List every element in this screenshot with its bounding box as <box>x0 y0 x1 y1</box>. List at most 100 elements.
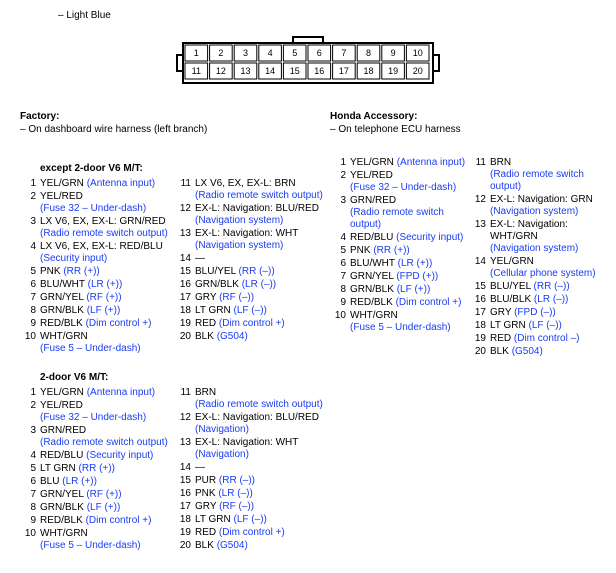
pin-body: GRN/BLK (LR (–)) <box>195 279 330 291</box>
signal-link[interactable]: (RF (+)) <box>86 292 121 303</box>
signal-link[interactable]: (LR (+)) <box>88 279 123 290</box>
signal-link[interactable]: (Navigation system) <box>195 240 283 251</box>
pin-row: 5PNK (RR (+)) <box>330 245 470 257</box>
pin-body: BLU/YEL (RR (–)) <box>490 281 610 293</box>
signal-link[interactable]: (LF (+)) <box>397 284 431 295</box>
signal-link[interactable]: (Security input) <box>40 253 107 264</box>
signal-link[interactable]: (Fuse 32 – Under-dash) <box>350 182 456 193</box>
signal-link[interactable]: (LR (+)) <box>62 476 97 487</box>
svg-text:10: 10 <box>413 48 423 58</box>
pin-row: 19RED (Dim control +) <box>175 318 330 330</box>
pin-number: 17 <box>470 307 486 319</box>
wire-color: LX V6, EX, EX-L: GRN/RED <box>40 216 166 227</box>
signal-link[interactable]: (RF (–)) <box>219 292 254 303</box>
signal-link[interactable]: (Radio remote switch output) <box>40 437 168 448</box>
pin-body: PNK (RR (+)) <box>350 245 470 257</box>
signal-link[interactable]: (RR (–)) <box>239 266 275 277</box>
pin-number: 11 <box>175 178 191 202</box>
signal-link[interactable]: (FPD (–)) <box>514 307 556 318</box>
signal-link[interactable]: (RR (–)) <box>219 475 255 486</box>
signal-link[interactable]: (Cellular phone system) <box>490 268 596 279</box>
pin-body: WHT/GRN(Fuse 5 – Under-dash) <box>40 331 175 355</box>
signal-link[interactable]: (RR (+)) <box>63 266 99 277</box>
pin-number: 17 <box>175 501 191 513</box>
signal-link[interactable]: (LF (+)) <box>87 305 121 316</box>
pin-row: 13EX-L: Navigation: WHT(Navigation syste… <box>175 228 330 252</box>
signal-link[interactable]: (Fuse 5 – Under-dash) <box>350 322 451 333</box>
wire-color: BRN <box>195 387 216 398</box>
wire-color: EX-L: Navigation: GRN <box>490 194 593 205</box>
signal-link[interactable]: (RR (+)) <box>373 245 409 256</box>
signal-link[interactable]: (LR (–)) <box>218 488 252 499</box>
pin-row: 4LX V6, EX, EX-L: RED/BLU(Security input… <box>20 241 175 265</box>
signal-link[interactable]: (Navigation system) <box>195 215 283 226</box>
signal-link[interactable]: (G504) <box>217 540 248 551</box>
signal-link[interactable]: (Dim control +) <box>86 318 152 329</box>
signal-link[interactable]: (RF (–)) <box>219 501 254 512</box>
pin-number: 15 <box>175 475 191 487</box>
signal-link[interactable]: (Navigation) <box>195 424 249 435</box>
signal-link[interactable]: (LF (–)) <box>529 320 562 331</box>
signal-link[interactable]: (Fuse 5 – Under-dash) <box>40 540 141 551</box>
signal-link[interactable]: (FPD (+)) <box>396 271 438 282</box>
pin-row: 17GRY (FPD (–)) <box>470 307 610 319</box>
pin-row: 9RED/BLK (Dim control +) <box>20 318 175 330</box>
pin-body: BLU/WHT (LR (+)) <box>350 258 470 270</box>
wire-color: YEL/RED <box>40 400 83 411</box>
pin-row: 8GRN/BLK (LF (+)) <box>330 284 470 296</box>
pin-number: 11 <box>470 157 486 193</box>
signal-link[interactable]: (Radio remote switch output) <box>490 169 584 192</box>
svg-text:2: 2 <box>218 48 223 58</box>
pin-row: 1YEL/GRN (Antenna input) <box>20 387 175 399</box>
signal-link[interactable]: (LF (+)) <box>87 502 121 513</box>
signal-link[interactable]: (Navigation system) <box>490 243 578 254</box>
signal-link[interactable]: (Dim control +) <box>219 318 285 329</box>
signal-link[interactable]: (Security input) <box>86 450 153 461</box>
factory-heading: Factory: – On dashboard wire harness (le… <box>20 111 330 145</box>
signal-link[interactable]: (LR (+)) <box>398 258 433 269</box>
signal-link[interactable]: (LF (–)) <box>234 305 267 316</box>
signal-link[interactable]: (Navigation system) <box>490 206 578 217</box>
signal-link[interactable]: (G504) <box>217 331 248 342</box>
signal-link[interactable]: (RF (+)) <box>86 489 121 500</box>
pin-body: GRN/BLK (LF (+)) <box>40 502 175 514</box>
signal-link[interactable]: (Security input) <box>396 232 463 243</box>
signal-link[interactable]: (RR (–)) <box>534 281 570 292</box>
signal-link[interactable]: (Dim control +) <box>396 297 462 308</box>
signal-link[interactable]: (Antenna input) <box>397 157 465 168</box>
signal-link[interactable]: (Dim control +) <box>86 515 152 526</box>
signal-link[interactable]: (Radio remote switch output) <box>350 207 444 230</box>
pin-row: 8GRN/BLK (LF (+)) <box>20 502 175 514</box>
signal-link[interactable]: (RR (+)) <box>79 463 115 474</box>
wire-color: BLK <box>490 346 512 357</box>
pin-row: 14— <box>175 253 330 265</box>
signal-link[interactable]: (Antenna input) <box>87 387 155 398</box>
pin-row: 6BLU/WHT (LR (+)) <box>330 258 470 270</box>
pin-number: 5 <box>20 266 36 278</box>
pin-body: LT GRN (LF (–)) <box>490 320 610 332</box>
signal-link[interactable]: (Radio remote switch output) <box>195 399 323 410</box>
wire-color: BLU/WHT <box>40 279 88 290</box>
signal-link[interactable]: (Fuse 32 – Under-dash) <box>40 412 146 423</box>
wire-color: YEL/GRN <box>490 256 534 267</box>
svg-text:18: 18 <box>363 66 373 76</box>
signal-link[interactable]: (Fuse 5 – Under-dash) <box>40 343 141 354</box>
svg-text:16: 16 <box>314 66 324 76</box>
signal-link[interactable]: (Antenna input) <box>87 178 155 189</box>
pin-number: 14 <box>175 462 191 474</box>
signal-link[interactable]: (Dim control –) <box>514 333 580 344</box>
signal-link[interactable]: (LF (–)) <box>234 514 267 525</box>
signal-link[interactable]: (Radio remote switch output) <box>195 190 323 201</box>
signal-link[interactable]: (Dim control +) <box>219 527 285 538</box>
pin-number: 14 <box>470 256 486 280</box>
signal-link[interactable]: (Fuse 32 – Under-dash) <box>40 203 146 214</box>
signal-link[interactable]: (G504) <box>512 346 543 357</box>
signal-link[interactable]: (LR (–)) <box>242 279 276 290</box>
signal-link[interactable]: (LR (–)) <box>534 294 568 305</box>
signal-link[interactable]: (Navigation) <box>195 449 249 460</box>
pin-row: 2YEL/RED(Fuse 32 – Under-dash) <box>330 170 470 194</box>
svg-text:11: 11 <box>192 66 201 76</box>
pin-number: 9 <box>20 515 36 527</box>
accessory-col1: 1YEL/GRN (Antenna input)2YEL/RED(Fuse 32… <box>330 157 470 335</box>
signal-link[interactable]: (Radio remote switch output) <box>40 228 168 239</box>
